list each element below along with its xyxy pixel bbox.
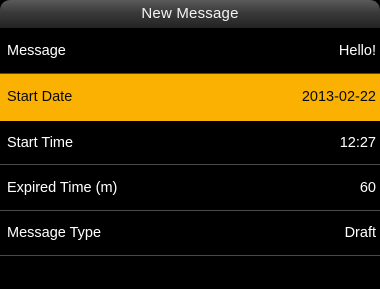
- menu-item-value: 2013-02-22: [301, 89, 376, 105]
- menu-item-value: 12:27: [339, 134, 376, 151]
- menu-item-value: Draft: [344, 225, 376, 241]
- menu-item-label: Message Type: [7, 225, 102, 241]
- menu-item-label: Expired Time (m): [7, 179, 118, 196]
- menu-item-value: Hello!: [338, 42, 376, 59]
- menu-item-label: Message: [7, 42, 66, 59]
- menu-item-value: 60: [359, 179, 376, 196]
- menu-item-start-date[interactable]: Start Date 2013-02-22: [0, 74, 380, 121]
- message-settings-list: Message Hello! Start Date 2013-02-22 Sta…: [0, 28, 380, 256]
- menu-item-start-time[interactable]: Start Time 12:27: [0, 121, 380, 165]
- menu-item-expired-time[interactable]: Expired Time (m) 60: [0, 165, 380, 211]
- page-title: New Message: [141, 5, 239, 22]
- menu-item-message[interactable]: Message Hello!: [0, 28, 380, 74]
- menu-item-label: Start Time: [7, 134, 74, 151]
- menu-item-label: Start Date: [7, 89, 73, 105]
- title-bar: New Message: [0, 0, 380, 28]
- menu-item-message-type[interactable]: Message Type Draft: [0, 211, 380, 256]
